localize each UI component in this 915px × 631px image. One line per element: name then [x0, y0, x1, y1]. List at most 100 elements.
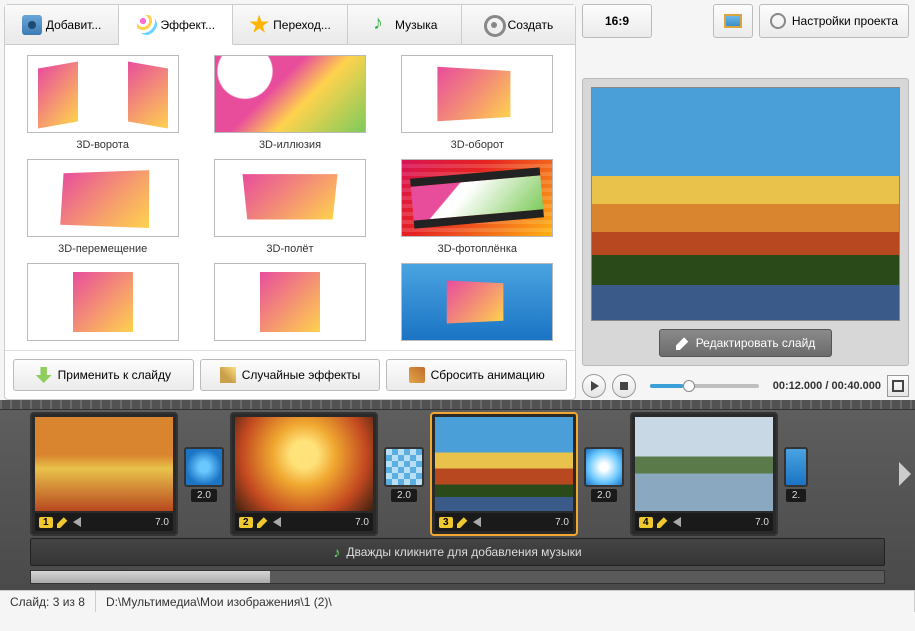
preview-image	[591, 87, 900, 321]
status-slide: Слайд: 3 из 8	[0, 591, 96, 612]
slide-number: 1	[39, 517, 53, 528]
timeline-slide[interactable]: 2 7.0	[230, 412, 378, 536]
effect-thumb	[401, 55, 553, 133]
timeline-slide-selected[interactable]: 3 7.0	[430, 412, 578, 536]
pencil-icon[interactable]	[257, 516, 269, 528]
random-button[interactable]: Случайные эффекты	[200, 359, 381, 391]
effect-item[interactable]: 3D-оборот	[386, 55, 569, 151]
effect-label: 3D-фотоплёнка	[438, 243, 517, 255]
transition-thumb	[384, 447, 424, 487]
pencil-icon[interactable]	[57, 516, 69, 528]
star-icon	[249, 15, 269, 35]
timeline-panel: 1 7.0 2.0 2 7.0 2.0 3	[0, 400, 915, 590]
transition-thumb	[784, 447, 808, 487]
tab-effects[interactable]: Эффект...	[119, 5, 233, 45]
frame-button[interactable]	[713, 4, 753, 38]
wand-icon	[220, 367, 236, 383]
fullscreen-icon	[892, 380, 904, 392]
stop-button[interactable]	[612, 374, 636, 398]
timeline-slide[interactable]: 4 7.0	[630, 412, 778, 536]
effect-item[interactable]: 3D-перемещение	[11, 159, 194, 255]
preview-panel: 16:9 Настройки проекта Редактировать сла…	[578, 0, 915, 400]
tab-music[interactable]: Музыка	[348, 5, 462, 44]
status-path: D:\Мультимедиа\Мои изображения\1 (2)\	[96, 591, 915, 612]
apply-label: Применить к слайду	[58, 368, 171, 382]
effect-label: 3D-перемещение	[58, 243, 147, 255]
slide-number: 4	[639, 517, 653, 528]
effect-item[interactable]	[386, 263, 569, 350]
slide-duration: 7.0	[755, 517, 769, 528]
effects-actions: Применить к слайду Случайные эффекты Сбр…	[5, 350, 575, 399]
timeline-ruler	[0, 400, 915, 410]
stop-icon	[620, 382, 628, 390]
pencil-icon[interactable]	[657, 516, 669, 528]
slide-duration: 7.0	[555, 517, 569, 528]
effect-item[interactable]: 3D-ворота	[11, 55, 194, 151]
time-display: 00:12.000 / 00:40.000	[773, 380, 881, 392]
transition-duration: 2.0	[391, 489, 417, 502]
apply-icon	[36, 367, 52, 383]
effect-item[interactable]: 3D-иллюзия	[198, 55, 381, 151]
sound-icon[interactable]	[473, 517, 481, 527]
preview-area: Редактировать слайд	[582, 78, 909, 366]
music-icon	[371, 15, 391, 35]
effect-thumb	[214, 55, 366, 133]
fullscreen-button[interactable]	[887, 375, 909, 397]
sound-icon[interactable]	[673, 517, 681, 527]
effect-item[interactable]: 3D-полёт	[198, 159, 381, 255]
edit-slide-button[interactable]: Редактировать слайд	[659, 329, 833, 357]
palette-icon	[137, 15, 157, 35]
timeline-scroll-right[interactable]	[899, 462, 911, 486]
frame-icon	[724, 14, 742, 28]
effect-label: 3D-оборот	[451, 139, 504, 151]
play-button[interactable]	[582, 374, 606, 398]
slide-thumb	[435, 417, 573, 511]
reset-button[interactable]: Сбросить анимацию	[386, 359, 567, 391]
status-bar: Слайд: 3 из 8 D:\Мультимедиа\Мои изображ…	[0, 590, 915, 612]
timeline[interactable]: 1 7.0 2.0 2 7.0 2.0 3	[0, 410, 915, 538]
seek-slider[interactable]	[650, 384, 759, 388]
play-icon	[591, 381, 599, 391]
slide-duration: 7.0	[355, 517, 369, 528]
pencil-icon[interactable]	[457, 516, 469, 528]
slide-thumb	[635, 417, 773, 511]
effect-label: 3D-ворота	[76, 139, 129, 151]
effect-thumb	[27, 159, 179, 237]
tab-transitions-label: Переход...	[273, 18, 331, 32]
random-label: Случайные эффекты	[242, 368, 361, 382]
transition-item[interactable]: 2.0	[584, 447, 624, 502]
reset-icon	[409, 367, 425, 383]
reset-label: Сбросить анимацию	[431, 368, 545, 382]
preview-toolbar: 16:9 Настройки проекта	[582, 4, 909, 38]
transition-item[interactable]: 2.0	[184, 447, 224, 502]
timeline-scrollbar[interactable]	[30, 570, 885, 584]
tab-transitions[interactable]: Переход...	[233, 5, 347, 44]
settings-button[interactable]: Настройки проекта	[759, 4, 909, 38]
aspect-label: 16:9	[605, 14, 629, 28]
slide-duration: 7.0	[155, 517, 169, 528]
timeline-slide[interactable]: 1 7.0	[30, 412, 178, 536]
tab-create[interactable]: Создать	[462, 5, 575, 44]
cog-icon	[770, 13, 786, 29]
transition-item[interactable]: 2.	[784, 447, 808, 502]
tab-effects-label: Эффект...	[161, 18, 216, 32]
music-hint: Дважды кликните для добавления музыки	[346, 545, 581, 559]
aspect-button[interactable]: 16:9	[582, 4, 652, 38]
transition-duration: 2.	[786, 489, 806, 502]
effect-item[interactable]	[11, 263, 194, 350]
effect-item[interactable]	[198, 263, 381, 350]
sound-icon[interactable]	[73, 517, 81, 527]
effect-thumb	[214, 263, 366, 341]
effect-thumb	[27, 263, 179, 341]
transition-duration: 2.0	[191, 489, 217, 502]
effects-grid[interactable]: 3D-ворота 3D-иллюзия 3D-оборот 3D-переме…	[5, 45, 575, 350]
effect-item[interactable]: 3D-фотоплёнка	[386, 159, 569, 255]
effect-label: 3D-иллюзия	[259, 139, 321, 151]
tab-add[interactable]: Добавит...	[5, 5, 119, 44]
apply-button[interactable]: Применить к слайду	[13, 359, 194, 391]
sound-icon[interactable]	[273, 517, 281, 527]
music-track[interactable]: Дважды кликните для добавления музыки	[30, 538, 885, 566]
transition-item[interactable]: 2.0	[384, 447, 424, 502]
effect-thumb	[27, 55, 179, 133]
slide-number: 3	[439, 517, 453, 528]
